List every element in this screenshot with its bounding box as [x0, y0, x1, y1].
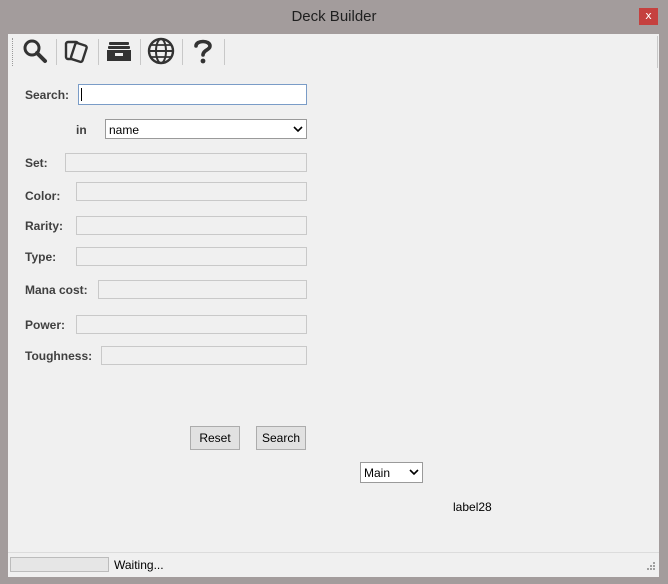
- set-label: Set:: [25, 156, 48, 170]
- type-field: [76, 247, 307, 266]
- set-field: [65, 153, 307, 172]
- power-label: Power:: [25, 318, 66, 332]
- power-field: [76, 315, 307, 334]
- color-field: [76, 182, 307, 201]
- toolbar-edge: [657, 36, 658, 68]
- toolbar-separator: [56, 39, 57, 65]
- resize-grip-icon[interactable]: [644, 561, 656, 573]
- globe-tool-button[interactable]: [143, 36, 179, 68]
- close-button[interactable]: x: [639, 8, 658, 25]
- info-label: label28: [453, 500, 492, 514]
- client-area: Search: in name Set: Color: Rarity: Type…: [8, 34, 659, 577]
- in-label: in: [76, 123, 87, 137]
- toolbar-separator: [224, 39, 225, 65]
- deck-section-select[interactable]: Main: [360, 462, 423, 483]
- deck-box-icon: [105, 38, 133, 67]
- chevron-down-icon: [293, 123, 303, 137]
- search-input[interactable]: [78, 84, 307, 105]
- chevron-down-icon: [409, 466, 419, 480]
- search-field-value: name: [109, 123, 140, 137]
- mana-cost-label: Mana cost:: [25, 283, 88, 297]
- status-text: Waiting...: [114, 558, 164, 572]
- color-label: Color:: [25, 189, 61, 203]
- window-title: Deck Builder: [291, 8, 377, 25]
- deck-section-value: Main: [364, 466, 391, 480]
- deck-tool-button[interactable]: [101, 36, 137, 68]
- rarity-field: [76, 216, 307, 235]
- deck-builder-window: Deck Builder x Search: in name Set: Colo…: [0, 0, 668, 584]
- type-label: Type:: [25, 250, 57, 264]
- toughness-field: [101, 346, 307, 365]
- mana-cost-field: [98, 280, 307, 299]
- toolbar-separator: [140, 39, 141, 65]
- progress-bar: [10, 557, 109, 572]
- toolbar: [8, 34, 659, 70]
- status-bar: Waiting...: [8, 552, 659, 577]
- search-field-select[interactable]: name: [105, 119, 307, 139]
- toolbar-separator: [182, 39, 183, 65]
- title-bar[interactable]: Deck Builder x: [0, 0, 668, 34]
- help-tool-button[interactable]: [185, 36, 221, 68]
- search-label: Search:: [25, 88, 70, 102]
- cards-icon: [63, 38, 91, 67]
- rarity-label: Rarity:: [25, 219, 64, 233]
- cards-tool-button[interactable]: [59, 36, 95, 68]
- help-icon: [191, 37, 215, 68]
- toughness-label: Toughness:: [25, 349, 93, 363]
- reset-button[interactable]: Reset: [190, 426, 240, 450]
- toolbar-separator: [98, 39, 99, 65]
- search-button[interactable]: Search: [256, 426, 306, 450]
- text-caret: [81, 88, 82, 101]
- search-tool-button[interactable]: [17, 36, 53, 68]
- globe-icon: [147, 37, 175, 68]
- toolbar-grip[interactable]: [12, 38, 15, 66]
- search-icon: [22, 38, 48, 67]
